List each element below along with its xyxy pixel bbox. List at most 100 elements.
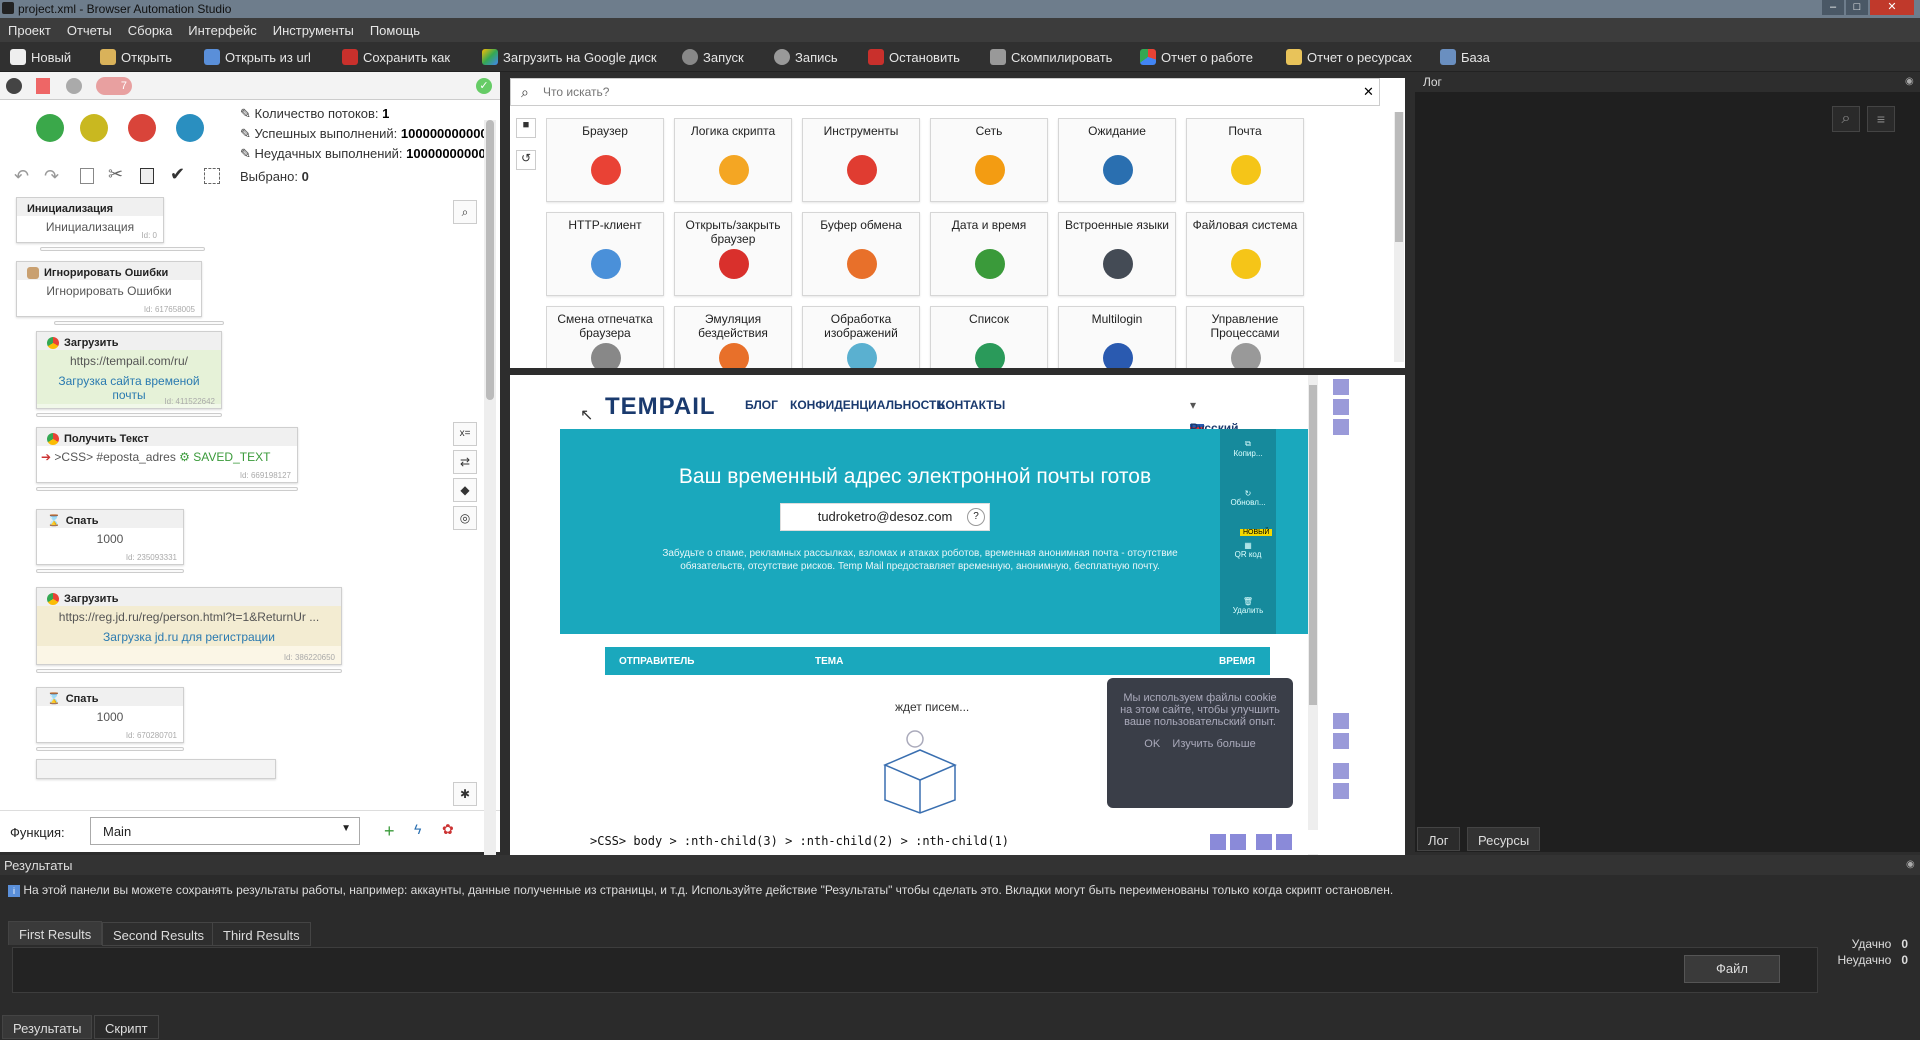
notifications-badge[interactable]: 7 <box>96 77 132 95</box>
action-block[interactable]: ⌛ Спать 1000 Id: 670280701 <box>36 687 184 743</box>
canvas-scrollbar[interactable] <box>484 120 496 912</box>
action-category[interactable]: Логика скрипта <box>674 118 792 202</box>
restart-icon[interactable] <box>176 114 204 142</box>
open-button[interactable]: Открыть <box>100 47 172 67</box>
cookie-more-link[interactable]: Изучить больше <box>1172 738 1255 750</box>
action-category[interactable]: Буфер обмена <box>802 212 920 296</box>
history-icon[interactable]: ↺ <box>516 150 536 170</box>
close-icon[interactable]: ✕ <box>1870 0 1914 15</box>
resources-report-button[interactable]: Отчет о ресурсах <box>1286 47 1412 67</box>
variable-icon[interactable]: x= <box>453 422 477 446</box>
delete-button[interactable]: 🗑 Удалить <box>1220 597 1276 615</box>
language-select[interactable]: Русский ▾ <box>1190 398 1239 435</box>
maximize-icon[interactable]: □ <box>1846 0 1868 15</box>
nav-contacts[interactable]: КОНТАКТЫ <box>938 398 1005 412</box>
gear-icon[interactable] <box>1333 419 1349 435</box>
menu-tools[interactable]: Инструменты <box>265 18 362 38</box>
actions-scrollbar[interactable] <box>1394 112 1404 362</box>
first-icon[interactable] <box>1210 834 1226 850</box>
action-category[interactable]: Файловая система <box>1186 212 1304 296</box>
action-category[interactable]: Инструменты <box>802 118 920 202</box>
compile-button[interactable]: Скомпилировать <box>990 47 1112 67</box>
menu-interface[interactable]: Интерфейс <box>180 18 264 38</box>
browser-view[interactable]: TEMPAIL БЛОГ КОНФИДЕНЦИАЛЬНОСТЬ КОНТАКТЫ… <box>510 375 1405 855</box>
paste-icon[interactable] <box>140 168 154 184</box>
select-all-icon[interactable]: ✔ <box>170 164 185 185</box>
last-icon[interactable] <box>1276 834 1292 850</box>
action-category[interactable]: Эмуляция бездействия <box>674 306 792 368</box>
scroll-up-icon[interactable] <box>1333 733 1349 749</box>
action-block[interactable]: Инициализация Инициализация Id: 0 <box>16 197 164 243</box>
cookie-ok-button[interactable]: OK <box>1144 738 1160 750</box>
bug-icon[interactable] <box>6 78 22 94</box>
action-category[interactable]: Сеть <box>930 118 1048 202</box>
action-block[interactable]: Получить Текст ➔ >CSS> #eposta_adres ⚙ S… <box>36 427 298 483</box>
action-category[interactable]: Браузер <box>546 118 664 202</box>
menu-build[interactable]: Сборка <box>120 18 181 38</box>
action-category[interactable]: Обработка изображений <box>802 306 920 368</box>
next-step-icon[interactable] <box>80 114 108 142</box>
stop-icon[interactable] <box>128 114 156 142</box>
cut-icon[interactable]: ✂ <box>108 164 123 185</box>
scroll-down-icon[interactable] <box>1333 763 1349 779</box>
action-category[interactable]: Почта <box>1186 118 1304 202</box>
play-icon[interactable] <box>36 114 64 142</box>
report-button[interactable]: Отчет о работе <box>1140 47 1253 67</box>
new-button[interactable]: Новый <box>10 47 71 67</box>
copy-icon[interactable] <box>80 168 94 184</box>
google-drive-button[interactable]: Загрузить на Google диск <box>482 47 657 67</box>
site-logo[interactable]: TEMPAIL <box>605 393 716 421</box>
menu-help[interactable]: Помощь <box>362 18 428 38</box>
temp-email-field[interactable]: tudroketro@desoz.com? <box>780 503 990 531</box>
tab-third-results[interactable]: Third Results <box>212 922 311 946</box>
menu-icon[interactable]: ≡ <box>1867 106 1895 132</box>
action-category[interactable]: Встроенные языки <box>1058 212 1176 296</box>
tab-first-results[interactable]: First Results <box>8 921 103 945</box>
database-button[interactable]: База <box>1440 47 1490 67</box>
action-category[interactable]: Multilogin <box>1058 306 1176 368</box>
tab-script[interactable]: Скрипт <box>94 1015 159 1039</box>
prev-icon[interactable] <box>1230 834 1246 850</box>
bookmark-icon[interactable]: ■ <box>516 118 536 138</box>
search-input[interactable] <box>543 81 1343 103</box>
next-icon[interactable] <box>1256 834 1272 850</box>
function-select[interactable]: Main ▼ <box>90 817 360 845</box>
save-as-button[interactable]: Сохранить как <box>342 47 450 67</box>
action-block[interactable]: ⌛ Спать 1000 Id: 235093331 <box>36 509 184 565</box>
tab-log[interactable]: Лог <box>1417 827 1460 851</box>
tag-icon[interactable]: ◆ <box>453 478 477 502</box>
nav-privacy[interactable]: КОНФИДЕНЦИАЛЬНОСТЬ <box>790 398 945 412</box>
open-url-button[interactable]: Открыть из url <box>204 47 311 67</box>
action-category[interactable]: Дата и время <box>930 212 1048 296</box>
action-block[interactable]: Игнорировать Ошибки Игнорировать Ошибки … <box>16 261 202 317</box>
clear-icon[interactable]: ✕ <box>1363 84 1374 100</box>
action-category[interactable]: Управление Процессами <box>1186 306 1304 368</box>
action-block[interactable]: Загрузить https://tempail.com/ru/ Загруз… <box>36 331 222 409</box>
menu-reports[interactable]: Отчеты <box>59 18 120 38</box>
file-button[interactable]: Файл <box>1684 955 1780 983</box>
action-category[interactable]: Ожидание <box>1058 118 1176 202</box>
action-block[interactable]: Загрузить https://reg.jd.ru/reg/person.h… <box>36 587 342 665</box>
tab-second-results[interactable]: Second Results <box>102 922 216 946</box>
help-icon[interactable]: ? <box>967 508 985 526</box>
redo-icon[interactable]: ↷ <box>44 166 59 187</box>
stop-button[interactable]: Остановить <box>868 47 960 67</box>
settings-icon[interactable]: ✿ <box>442 821 454 838</box>
action-block[interactable] <box>36 759 276 779</box>
action-category[interactable]: Открыть/закрыть браузер <box>674 212 792 296</box>
pin-icon[interactable]: ◉ <box>1906 859 1915 870</box>
minimize-icon[interactable]: – <box>1822 0 1844 15</box>
scroll-top-icon[interactable] <box>1333 713 1349 729</box>
scroll-bottom-icon[interactable] <box>1333 783 1349 799</box>
canvas-search-icon[interactable]: ⌕ <box>453 200 477 224</box>
copy-button[interactable]: ⧉ Копир... <box>1220 439 1276 458</box>
tab-resources[interactable]: Ресурсы <box>1467 827 1541 851</box>
target-icon[interactable]: ◎ <box>453 506 477 530</box>
menu-project[interactable]: Проект <box>0 18 59 38</box>
lightning-icon[interactable]: ϟ <box>414 821 421 837</box>
action-category[interactable]: HTTP-клиент <box>546 212 664 296</box>
refresh-button[interactable]: ↻ Обновл... <box>1220 489 1276 507</box>
search-icon[interactable]: ⌕ <box>1832 106 1860 132</box>
tab-results[interactable]: Результаты <box>2 1015 93 1039</box>
debug-icon[interactable]: ✱ <box>453 782 477 806</box>
